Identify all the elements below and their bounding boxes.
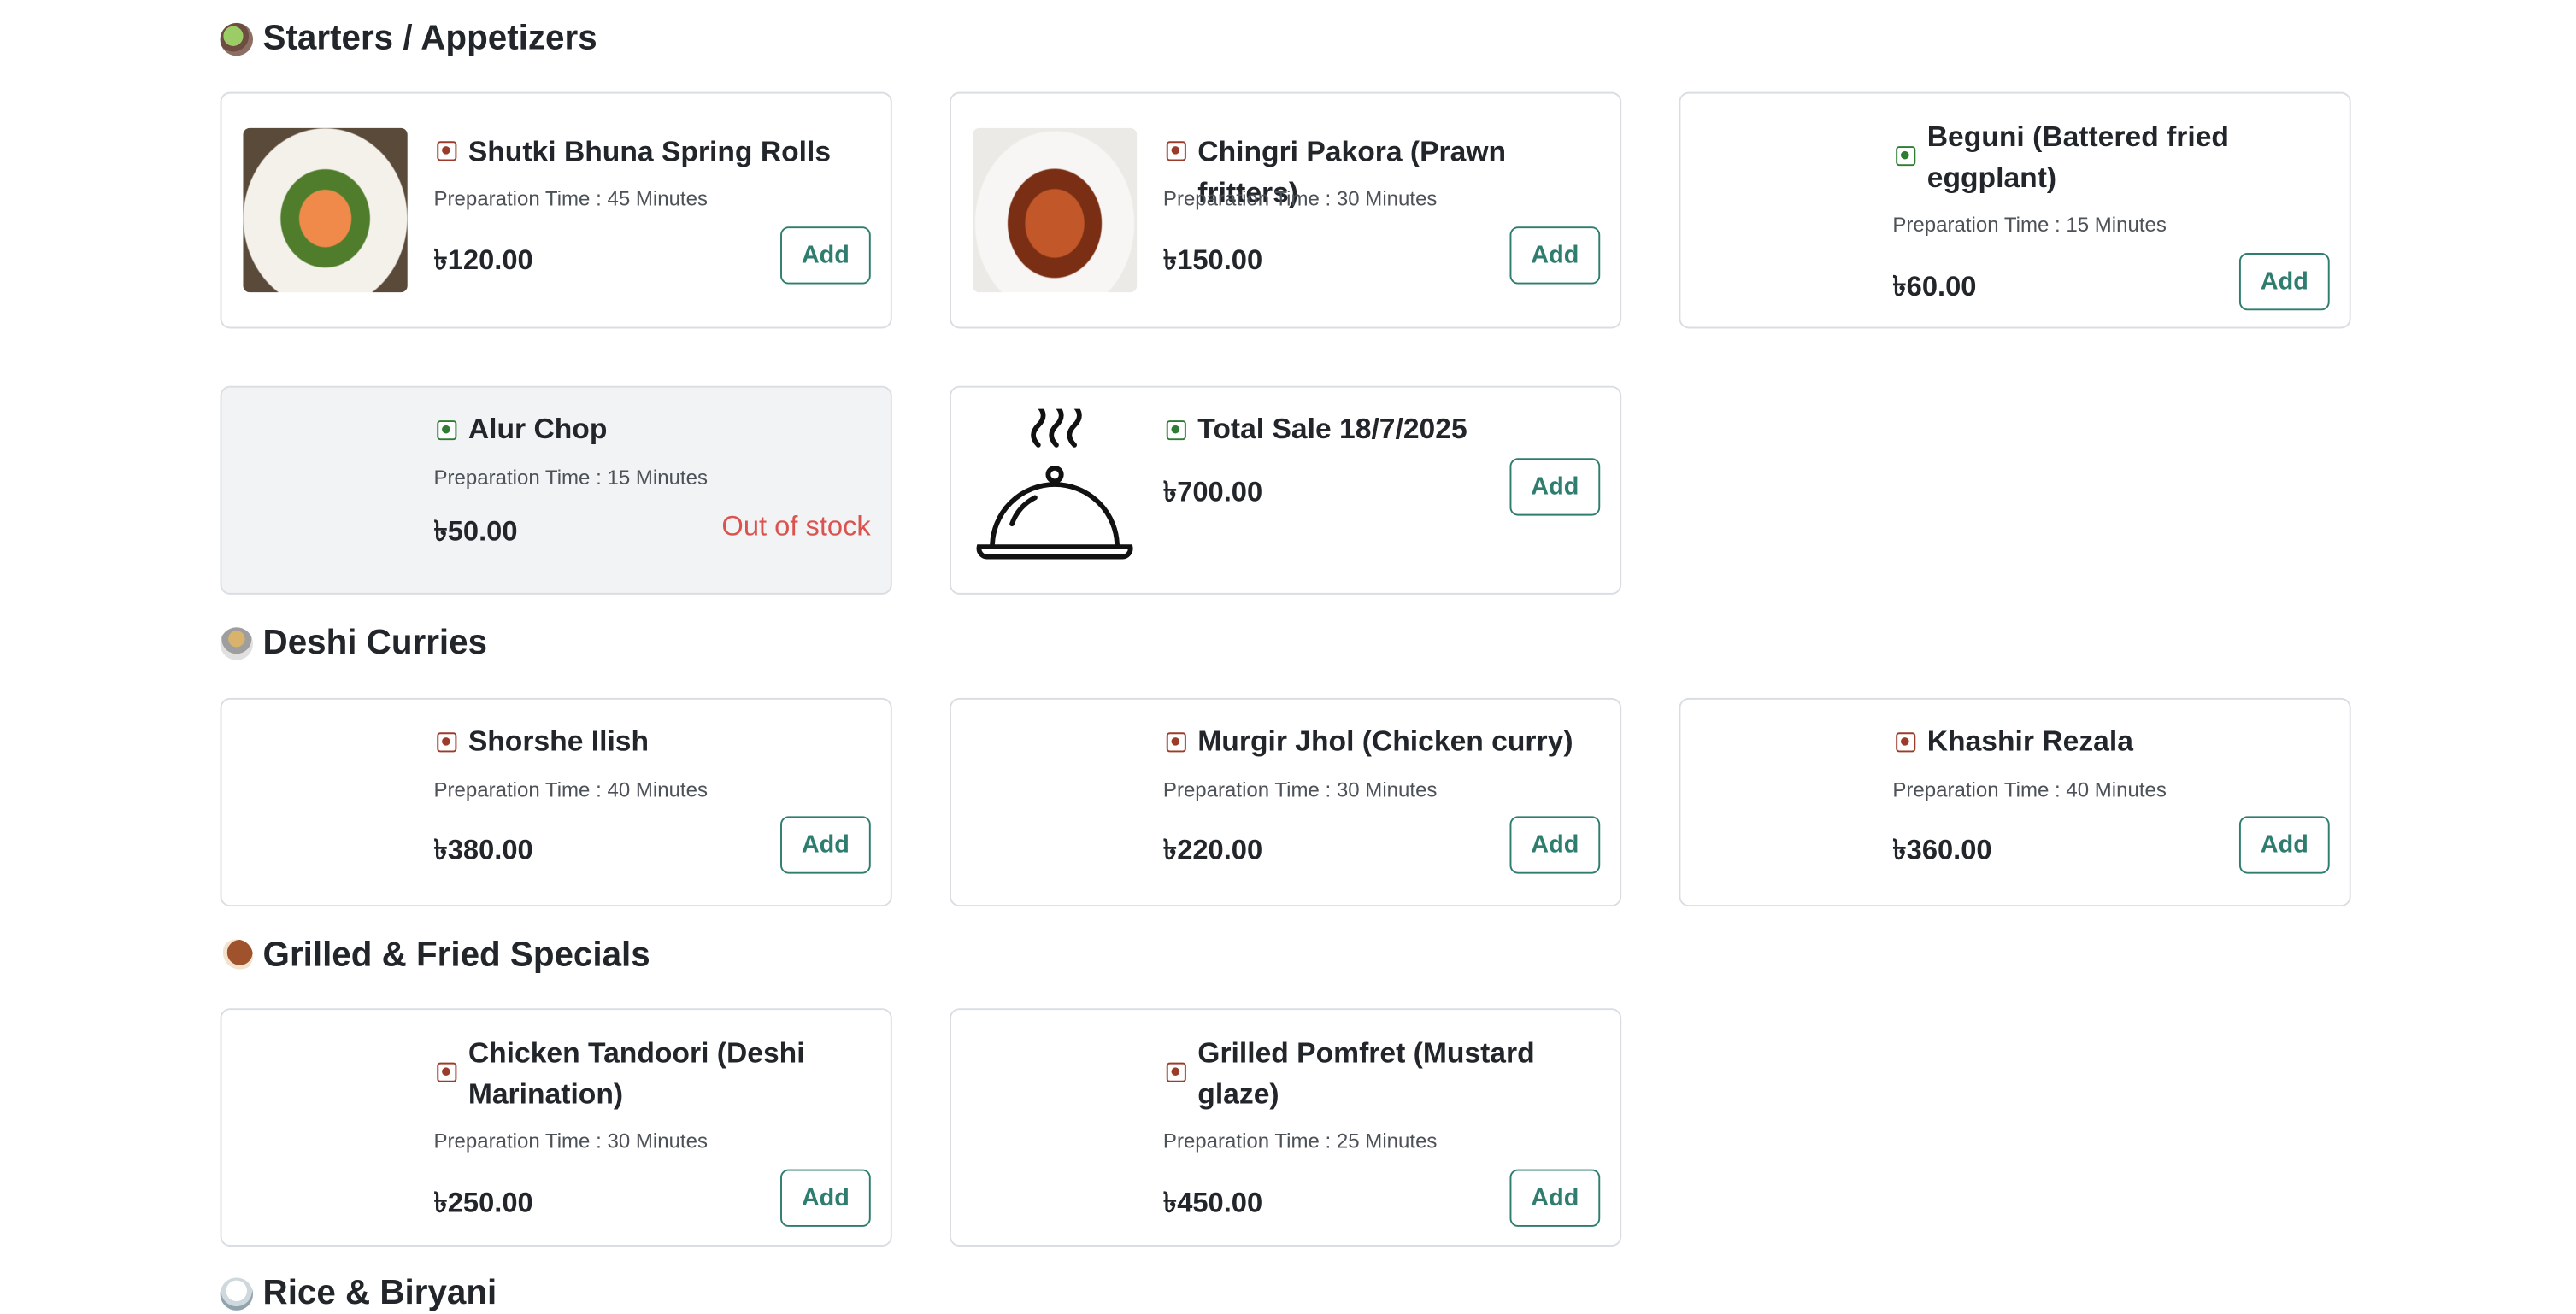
- prep-time: Preparation Time : 40 Minutes: [1892, 778, 2167, 802]
- add-button[interactable]: Add: [1509, 816, 1601, 874]
- item-price: ৳150.00: [1162, 244, 1263, 276]
- menu-item-card[interactable]: Murgir Jhol (Chicken curry) Preparation …: [950, 697, 1622, 907]
- add-button[interactable]: Add: [780, 816, 871, 874]
- menu-item-card[interactable]: Grilled Pomfret (Mustard glaze) Preparat…: [950, 1008, 1622, 1247]
- menu-item-card: Alur Chop Preparation Time : 15 Minutes …: [220, 385, 892, 595]
- food-image: [243, 127, 408, 293]
- non-veg-indicator-icon: [437, 141, 457, 161]
- item-price: ৳60.00: [1892, 271, 1977, 302]
- item-name: Chicken Tandoori (Deshi Marination): [468, 1035, 805, 1111]
- curry-bowl-icon: [220, 627, 254, 660]
- item-price: ৳250.00: [433, 1187, 533, 1219]
- add-button[interactable]: Add: [780, 226, 871, 285]
- section-title-rice-biryani: Rice & Biryani: [220, 1275, 497, 1314]
- item-price: ৳50.00: [433, 515, 518, 548]
- non-veg-indicator-icon: [1896, 732, 1916, 753]
- item-name: Murgir Jhol (Chicken curry): [1197, 724, 1573, 758]
- food-image: [243, 721, 407, 885]
- item-name: Khashir Rezala: [1926, 724, 2133, 758]
- add-button[interactable]: Add: [1509, 226, 1601, 285]
- prep-time: Preparation Time : 30 Minutes: [433, 1129, 708, 1153]
- non-veg-indicator-icon: [1166, 1062, 1186, 1082]
- veg-indicator-icon: [1166, 420, 1186, 441]
- menu-item-card[interactable]: Shutki Bhuna Spring Rolls Preparation Ti…: [220, 91, 892, 329]
- out-of-stock-label: Out of stock: [721, 510, 871, 543]
- prep-time: Preparation Time : 40 Minutes: [433, 778, 708, 802]
- non-veg-indicator-icon: [1166, 732, 1186, 753]
- drumstick-icon: [220, 939, 254, 972]
- food-image: [972, 127, 1138, 293]
- add-button[interactable]: Add: [1509, 458, 1601, 516]
- add-button[interactable]: Add: [2238, 253, 2330, 311]
- prep-time: Preparation Time : 15 Minutes: [433, 466, 708, 490]
- food-image: [243, 1031, 407, 1195]
- rice-icon: [220, 1277, 254, 1311]
- food-image: [1702, 116, 1866, 280]
- prep-time: Preparation Time : 30 Minutes: [1162, 778, 1438, 802]
- item-name: Beguni (Battered fried eggplant): [1926, 120, 2230, 194]
- item-price: ৳360.00: [1892, 834, 1992, 865]
- prep-time: Preparation Time : 15 Minutes: [1892, 213, 2167, 237]
- prep-time: Preparation Time : 30 Minutes: [1162, 187, 1438, 211]
- non-veg-indicator-icon: [1166, 141, 1186, 161]
- prep-time: Preparation Time : 45 Minutes: [433, 187, 708, 211]
- item-price: ৳220.00: [1162, 834, 1263, 865]
- item-name: Total Sale 18/7/2025: [1197, 412, 1467, 445]
- veg-indicator-icon: [1896, 146, 1916, 167]
- salad-icon: [220, 22, 254, 56]
- item-price: ৳380.00: [433, 834, 533, 865]
- menu-item-card[interactable]: Beguni (Battered fried eggplant) Prepara…: [1679, 91, 2351, 329]
- add-button[interactable]: Add: [780, 1169, 871, 1227]
- add-button[interactable]: Add: [2238, 816, 2330, 874]
- menu-item-card[interactable]: Chicken Tandoori (Deshi Marination) Prep…: [220, 1008, 892, 1247]
- non-veg-indicator-icon: [437, 1062, 457, 1082]
- section-title-starters: Starters / Appetizers: [220, 20, 597, 59]
- add-button[interactable]: Add: [1509, 1169, 1601, 1227]
- menu-item-card[interactable]: Khashir Rezala Preparation Time : 40 Min…: [1679, 697, 2351, 907]
- menu-item-card[interactable]: Shorshe Ilish Preparation Time : 40 Minu…: [220, 697, 892, 907]
- section-title-grilled-fried: Grilled & Fried Specials: [220, 936, 650, 976]
- food-image: [1702, 721, 1866, 885]
- section-title-deshi-curries: Deshi Curries: [220, 624, 487, 663]
- item-price: ৳120.00: [433, 244, 533, 276]
- item-price: ৳450.00: [1162, 1187, 1263, 1219]
- prep-time: Preparation Time : 25 Minutes: [1162, 1129, 1438, 1153]
- item-name: Shutki Bhuna Spring Rolls: [468, 134, 832, 168]
- food-image: [973, 721, 1137, 885]
- item-name: Alur Chop: [468, 412, 608, 445]
- veg-indicator-icon: [437, 420, 457, 441]
- menu-item-card[interactable]: Total Sale 18/7/2025 ৳700.00 Add: [950, 385, 1622, 595]
- item-price: ৳700.00: [1162, 476, 1263, 507]
- item-name: Grilled Pomfret (Mustard glaze): [1197, 1035, 1535, 1111]
- cloche-icon-svg: [976, 402, 1133, 560]
- menu-item-card[interactable]: Chingri Pakora (Prawn fritters) Preparat…: [950, 91, 1622, 329]
- food-image: [973, 1033, 1137, 1197]
- menu-canvas: Starters / Appetizers Shutki Bhuna Sprin…: [0, 0, 2576, 1312]
- item-name: Shorshe Ilish: [468, 724, 650, 758]
- cloche-icon: [973, 402, 1137, 573]
- food-image: [243, 409, 407, 573]
- non-veg-indicator-icon: [437, 732, 457, 753]
